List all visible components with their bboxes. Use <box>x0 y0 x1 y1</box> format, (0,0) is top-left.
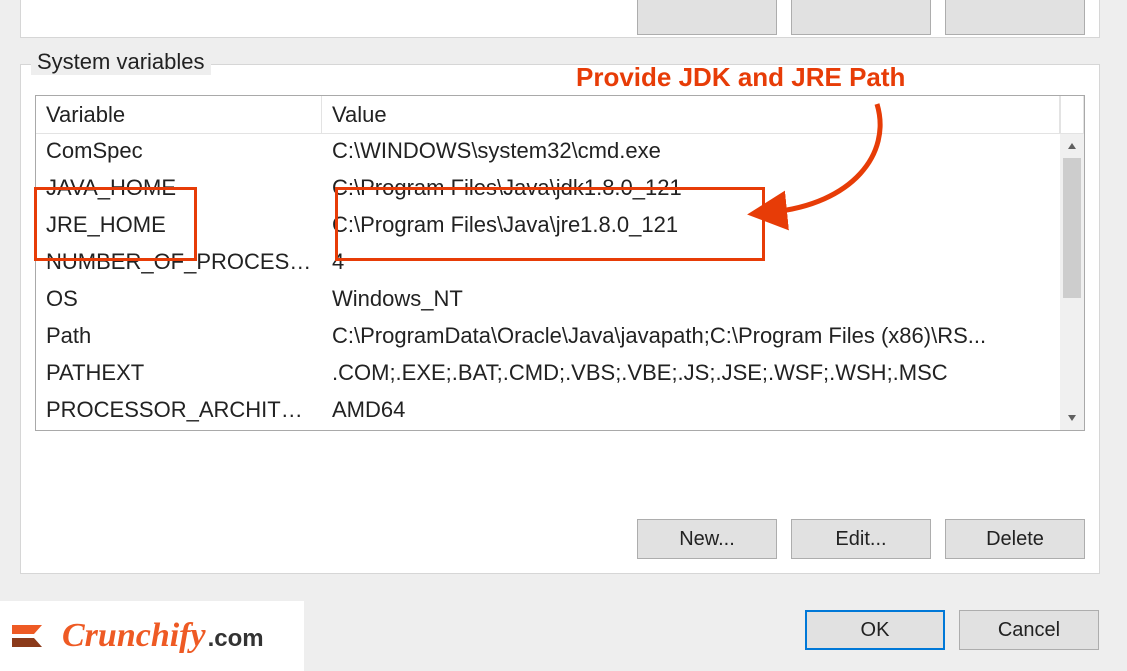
cell-variable: JRE_HOME <box>36 208 322 245</box>
scroll-thumb[interactable] <box>1063 158 1081 298</box>
user-edit-button[interactable] <box>791 0 931 35</box>
table-row[interactable]: PATHEXT .COM;.EXE;.BAT;.CMD;.VBS;.VBE;.J… <box>36 356 1060 393</box>
cell-variable: Path <box>36 319 322 356</box>
cell-value: C:\Program Files\Java\jre1.8.0_121 <box>322 208 1060 245</box>
listview-rows: ComSpec C:\WINDOWS\system32\cmd.exe JAVA… <box>36 134 1060 430</box>
column-header-value[interactable]: Value <box>322 96 1060 133</box>
column-header-scroll-spacer <box>1060 96 1084 133</box>
logo-tld: .com <box>208 625 264 653</box>
cancel-button[interactable]: Cancel <box>959 610 1099 650</box>
crunchify-mark-icon <box>10 618 54 654</box>
cell-value: AMD64 <box>322 393 1060 430</box>
user-new-button[interactable] <box>637 0 777 35</box>
column-header-variable[interactable]: Variable <box>36 96 322 133</box>
cell-variable: NUMBER_OF_PROCESSORS <box>36 245 322 282</box>
table-row[interactable]: ComSpec C:\WINDOWS\system32\cmd.exe <box>36 134 1060 171</box>
system-variables-listview[interactable]: Variable Value ComSpec C:\WINDOWS\system… <box>35 95 1085 431</box>
cell-variable: JAVA_HOME <box>36 171 322 208</box>
cell-variable: PATHEXT <box>36 356 322 393</box>
cell-value: C:\ProgramData\Oracle\Java\javapath;C:\P… <box>322 319 1060 356</box>
new-button[interactable]: New... <box>637 519 777 559</box>
table-row[interactable]: Path C:\ProgramData\Oracle\Java\javapath… <box>36 319 1060 356</box>
cell-value: C:\WINDOWS\system32\cmd.exe <box>322 134 1060 171</box>
crunchify-logo: Crunchify .com <box>0 601 304 671</box>
delete-button[interactable]: Delete <box>945 519 1085 559</box>
table-row[interactable]: JAVA_HOME C:\Program Files\Java\jdk1.8.0… <box>36 171 1060 208</box>
user-delete-button[interactable] <box>945 0 1085 35</box>
cell-value: C:\Program Files\Java\jdk1.8.0_121 <box>322 171 1060 208</box>
system-variables-legend: System variables <box>31 49 211 75</box>
cell-variable: ComSpec <box>36 134 322 171</box>
scroll-down-icon[interactable] <box>1060 406 1084 430</box>
logo-word: Crunchify <box>62 617 206 655</box>
ok-button[interactable]: OK <box>805 610 945 650</box>
scroll-up-icon[interactable] <box>1060 134 1084 158</box>
vertical-scrollbar[interactable] <box>1060 134 1084 430</box>
listview-header: Variable Value <box>36 96 1084 134</box>
cell-variable: PROCESSOR_ARCHITECTURE <box>36 393 322 430</box>
table-row[interactable]: JRE_HOME C:\Program Files\Java\jre1.8.0_… <box>36 208 1060 245</box>
user-variables-group <box>20 0 1100 38</box>
system-variables-group: System variables Variable Value ComSpec … <box>20 64 1100 574</box>
cell-variable: OS <box>36 282 322 319</box>
annotation-label: Provide JDK and JRE Path <box>576 62 905 93</box>
edit-button[interactable]: Edit... <box>791 519 931 559</box>
cell-value: .COM;.EXE;.BAT;.CMD;.VBS;.VBE;.JS;.JSE;.… <box>322 356 1060 393</box>
cell-value: 4 <box>322 245 1060 282</box>
table-row[interactable]: NUMBER_OF_PROCESSORS 4 <box>36 245 1060 282</box>
table-row[interactable]: PROCESSOR_ARCHITECTURE AMD64 <box>36 393 1060 430</box>
cell-value: Windows_NT <box>322 282 1060 319</box>
table-row[interactable]: OS Windows_NT <box>36 282 1060 319</box>
